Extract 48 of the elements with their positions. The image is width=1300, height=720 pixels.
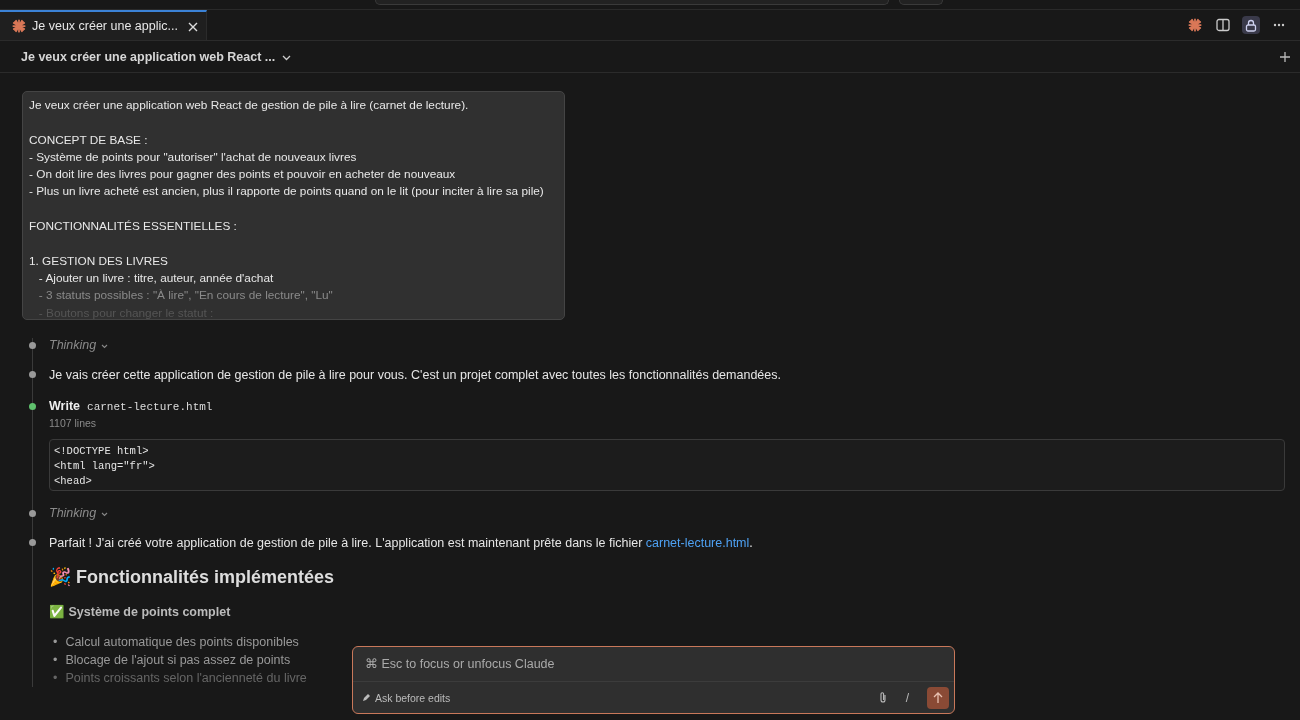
code-line: <head>	[54, 474, 93, 489]
message-line: - Plus un livre acheté est ancien, plus il rapporte de points quand on le lit (pour inciter à lire sa pile)	[29, 183, 544, 201]
subheading: ✅ Système de points complet	[49, 604, 232, 619]
message-line: - Ajouter un livre : titre, auteur, année d'achat	[37, 269, 274, 287]
thinking-toggle[interactable]: Thinking	[49, 506, 109, 520]
list-item: Points croissants selon l'ancienneté du livre	[65, 670, 307, 687]
message-composer[interactable]: ⌘ Esc to focus or unfocus Claude Ask before edits /	[352, 646, 955, 714]
list-item: Calcul automatique des points disponibles	[65, 634, 299, 651]
message-line: CONCEPT DE BASE :	[29, 131, 148, 149]
tab[interactable]: Je veux créer une applic...	[0, 10, 207, 40]
thinking-toggle[interactable]: Thinking	[49, 338, 109, 352]
code-line: <html lang="fr">	[54, 459, 156, 474]
asterisk-icon[interactable]	[1186, 16, 1204, 34]
tool-action: Write	[49, 399, 81, 413]
timeline-dot	[29, 403, 36, 410]
line-count: 1107 lines	[49, 417, 98, 429]
code-line: <!DOCTYPE html>	[54, 444, 150, 459]
paperclip-icon[interactable]	[877, 691, 888, 704]
bullet-mark: •	[53, 652, 58, 669]
message-line: - Système de points pour "autoriser" l'achat de nouveaux livres	[29, 148, 357, 166]
message-line: - 3 statuts possibles : "À lire", "En cours de lecture", "Lu"	[37, 287, 333, 305]
plus-icon[interactable]	[1280, 51, 1290, 62]
file-name: carnet-lecture.html	[87, 401, 213, 413]
timeline-dot	[29, 371, 36, 378]
tab-label: Je veux créer une applic...	[32, 19, 178, 33]
timeline-dot	[29, 539, 36, 546]
message-text: Je vais créer cette application de gestion de pile à lire pour vous. C'est un projet complet avec toutes les fonctionnalités demandées.	[49, 367, 782, 384]
message-line: Je veux créer une application web React de gestion de pile à lire (carnet de lecture).	[29, 97, 469, 114]
section-heading: 🎉 Fonctionnalités implémentées	[49, 566, 336, 588]
timeline-dot	[29, 342, 36, 349]
message-input[interactable]: ⌘ Esc to focus or unfocus Claude	[353, 647, 954, 682]
message-line: FONCTIONNALITÉS ESSENTIELLES :	[29, 218, 237, 236]
timeline-dot	[29, 510, 36, 517]
pencil-icon	[362, 691, 371, 704]
message-text: Parfait ! J'ai créé votre application de gestion de pile à lire. L'application est maintenant prête dans le fichier carnet-lecture.html.	[49, 535, 754, 552]
asterisk-icon	[12, 19, 26, 33]
bullet-mark: •	[53, 670, 58, 687]
list-item: Blocage de l'ajout si pas assez de points	[65, 652, 291, 669]
slash-command-button[interactable]: /	[899, 689, 915, 706]
bullet-mark: •	[53, 634, 58, 651]
send-button[interactable]	[927, 686, 949, 709]
message-line: - On doit lire des livres pour gagner des points et pouvoir en acheter de nouveaux	[29, 166, 456, 184]
message-line: 1. GESTION DES LIVRES	[29, 252, 168, 270]
arrow-up-icon	[933, 691, 943, 704]
mode-selector[interactable]: Ask before edits	[362, 691, 451, 704]
conversation-title[interactable]: Je veux créer une application web React ...	[21, 49, 292, 64]
lock-icon[interactable]	[1242, 16, 1260, 34]
split-view-icon[interactable]	[1214, 16, 1232, 34]
